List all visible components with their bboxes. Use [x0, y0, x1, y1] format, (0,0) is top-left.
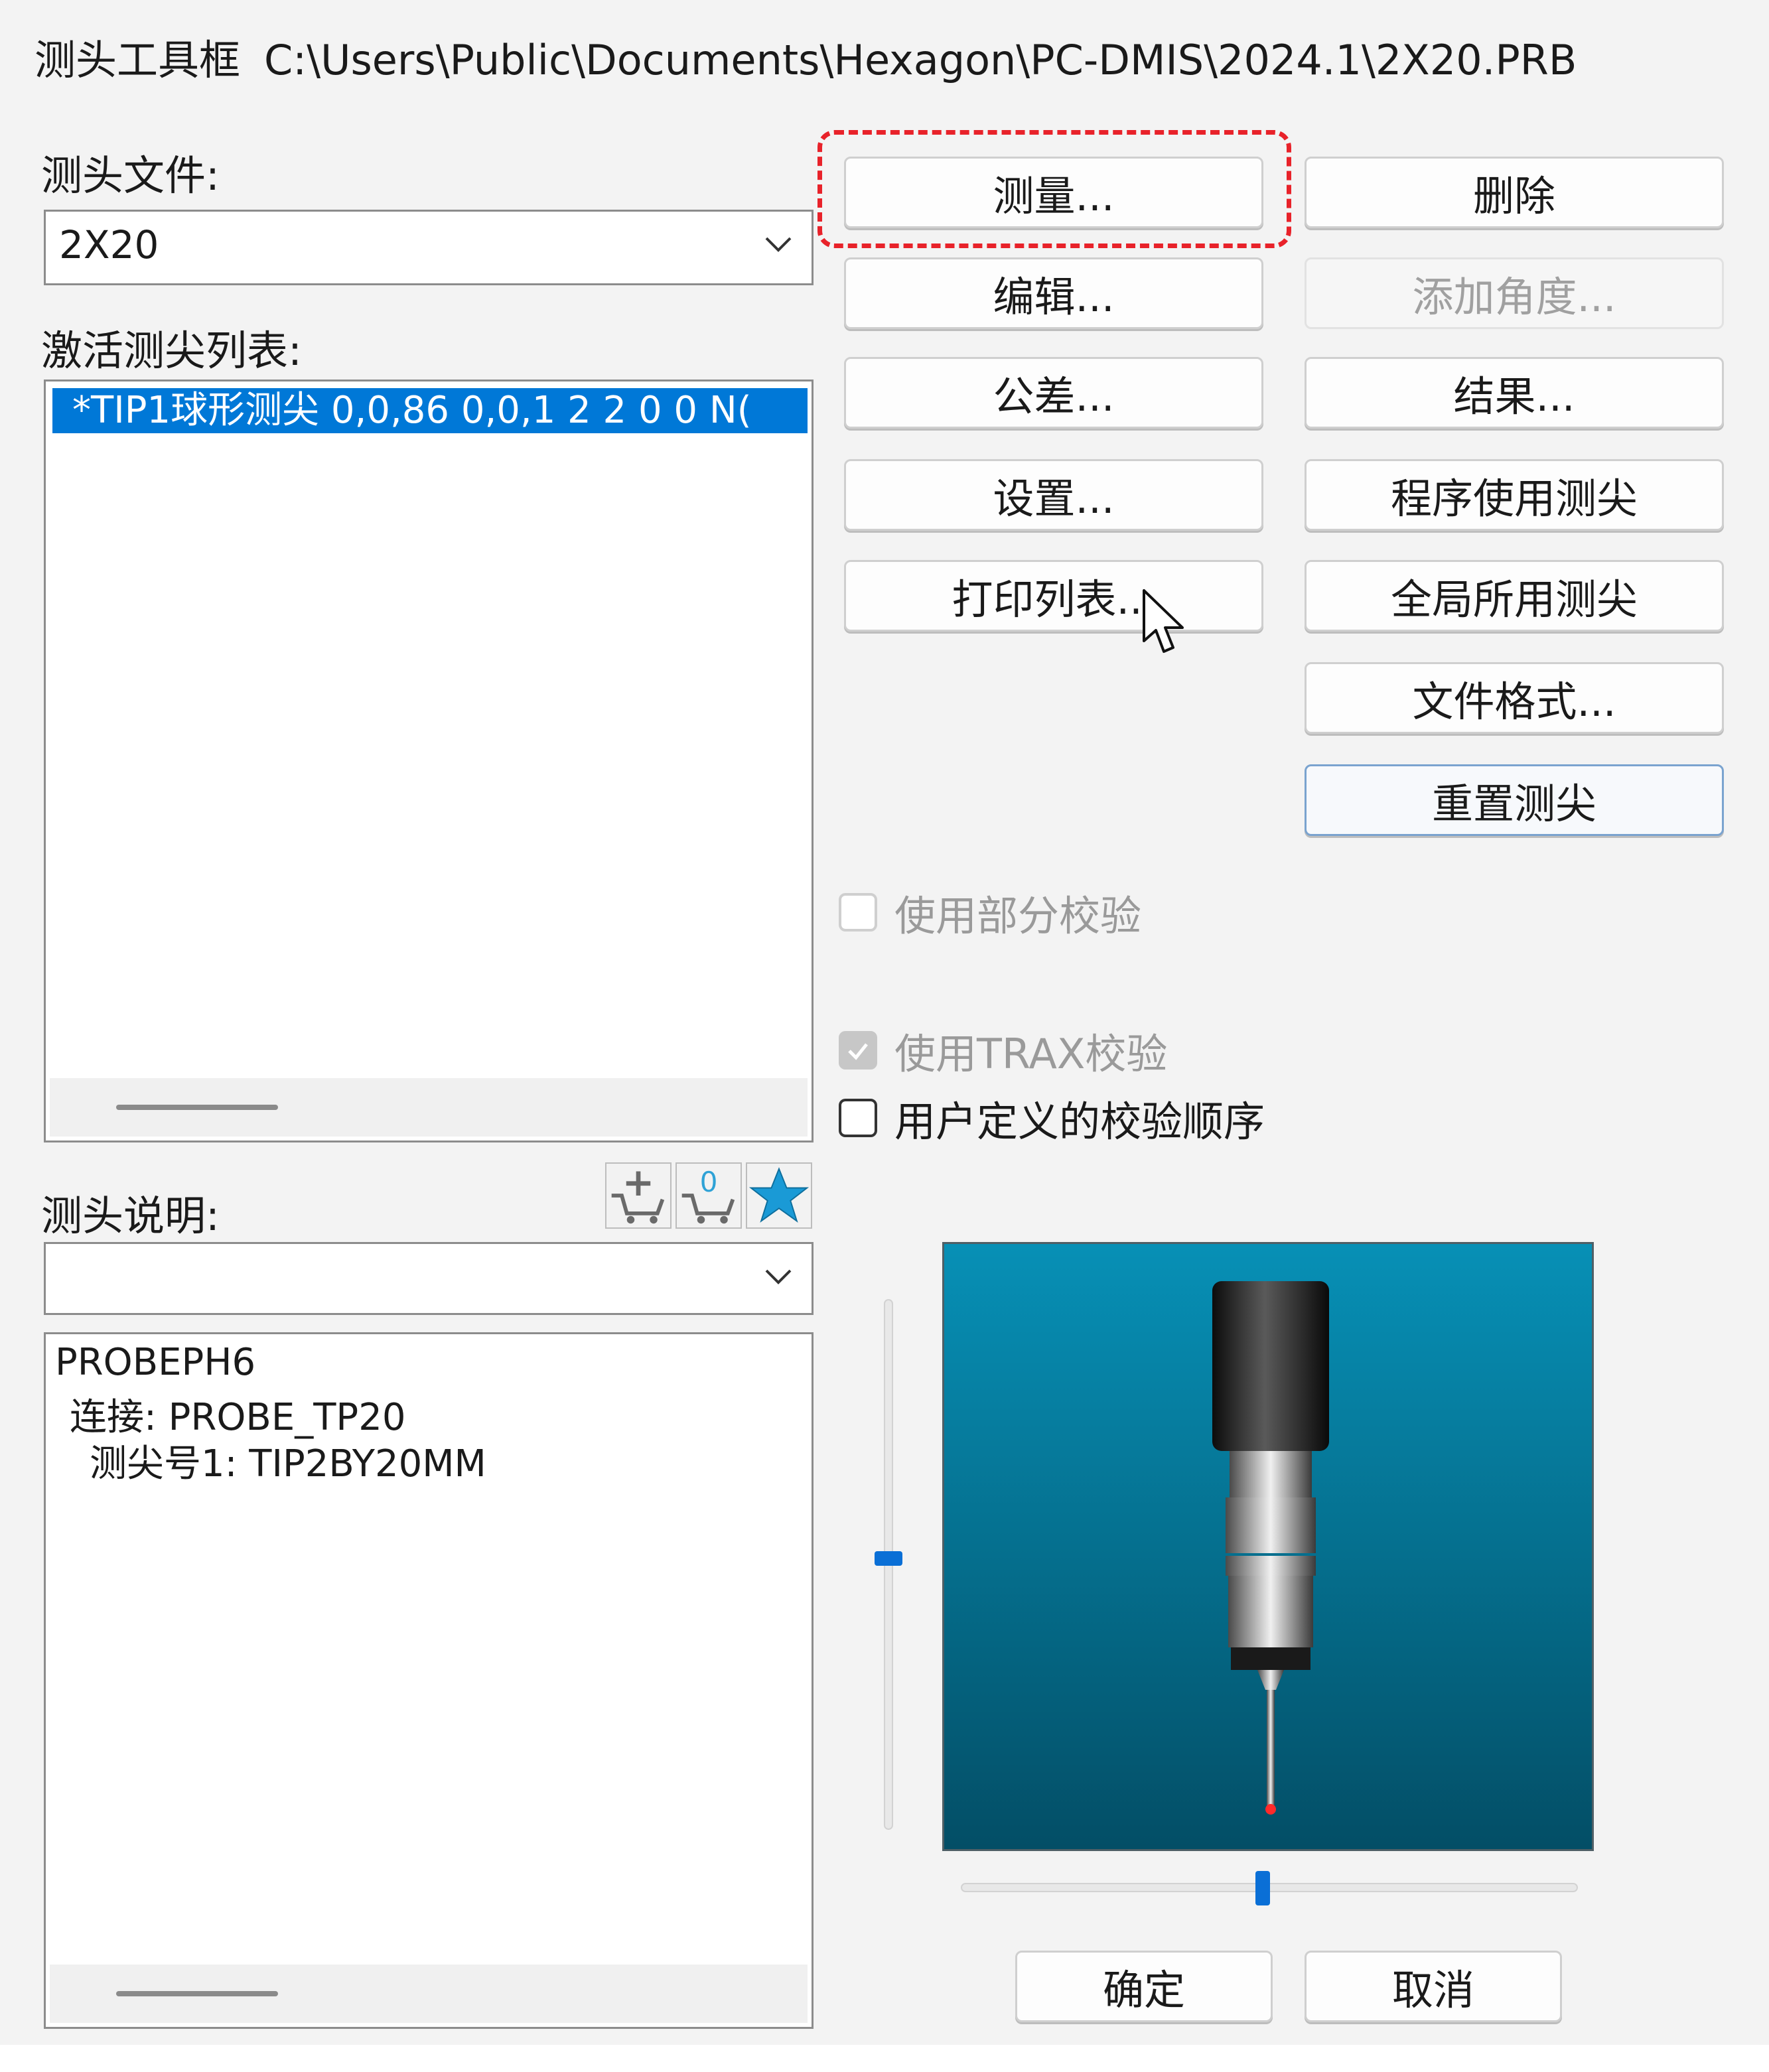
horizontal-scrollbar[interactable]: [50, 1078, 808, 1137]
file-format-button[interactable]: 文件格式...: [1305, 662, 1724, 734]
checkbox-box[interactable]: [839, 893, 877, 932]
tree-item-connection[interactable]: 连接: PROBE_TP20: [70, 1387, 405, 1441]
horizontal-scrollbar[interactable]: [50, 1965, 808, 2023]
scrollbar-thumb[interactable]: [116, 1991, 278, 1996]
probe-desc-tree[interactable]: PROBEPH6 连接: PROBE_TP20 测尖号1: TIP2BY20MM: [44, 1332, 814, 2029]
cancel-button[interactable]: 取消: [1305, 1951, 1562, 2022]
setup-button[interactable]: 设置...: [844, 459, 1263, 531]
probe-render: [1212, 1281, 1329, 1815]
tree-item-tip[interactable]: 测尖号1: TIP2BY20MM: [90, 1434, 486, 1487]
add-component-icon: [611, 1171, 665, 1224]
chevron-down-icon: [765, 1269, 792, 1284]
tolerance-button[interactable]: 公差...: [844, 357, 1263, 429]
add-angle-button[interactable]: 添加角度...: [1305, 257, 1724, 329]
list-item-selected[interactable]: *TIP1球形测尖 0,0,86 0,0,1 2 2 0 0 N(: [52, 388, 808, 433]
probe-utilities-dialog: 测头工具框 C:\Users\Public\Documents\Hexagon\P…: [0, 0, 1769, 2072]
probe-file-combo[interactable]: 2X20: [44, 210, 814, 285]
mouse-cursor-icon: [1143, 589, 1184, 653]
favorite-button[interactable]: [746, 1162, 812, 1229]
svg-text:0: 0: [700, 1166, 718, 1198]
checkbox-box[interactable]: [839, 1099, 877, 1137]
title-bar: 测头工具框 C:\Users\Public\Documents\Hexagon\P…: [0, 0, 1769, 113]
delete-button[interactable]: 删除: [1305, 157, 1724, 228]
checkbox-label: 使用TRAX校验: [894, 1030, 1168, 1078]
zero-component-button[interactable]: 0: [675, 1162, 742, 1229]
chevron-down-icon: [765, 237, 792, 252]
global-tips-button[interactable]: 全局所用测尖: [1305, 560, 1724, 632]
checkmark-icon: [848, 1043, 868, 1060]
zero-component-icon: 0: [681, 1166, 735, 1224]
checkbox-box[interactable]: [839, 1031, 877, 1070]
title-text: 测头工具框: [35, 36, 241, 84]
add-component-button[interactable]: [605, 1162, 672, 1229]
star-icon: [748, 1167, 810, 1223]
partial-calibration-checkbox[interactable]: 使用部分校验: [839, 882, 1141, 942]
background-strip: [0, 2045, 1769, 2072]
scrollbar-thumb[interactable]: [116, 1105, 278, 1110]
checkbox-label: 使用部分校验: [894, 892, 1142, 940]
measure-button[interactable]: 测量...: [844, 157, 1263, 228]
user-defined-order-checkbox[interactable]: 用户定义的校验顺序: [839, 1088, 1265, 1148]
program-tips-button[interactable]: 程序使用测尖: [1305, 459, 1724, 531]
title-path: C:\Users\Public\Documents\Hexagon\PC-DMI…: [264, 36, 1577, 84]
ok-button[interactable]: 确定: [1015, 1951, 1273, 2022]
probe-desc-label: 测头说明:: [41, 1192, 220, 1240]
active-tips-label: 激活测尖列表:: [41, 326, 302, 375]
probe-file-label: 测头文件:: [41, 151, 220, 200]
print-list-button[interactable]: 打印列表...: [844, 560, 1263, 632]
reset-tips-button[interactable]: 重置测尖: [1305, 764, 1724, 836]
tree-item-probe[interactable]: PROBEPH6: [55, 1341, 255, 1384]
results-button[interactable]: 结果...: [1305, 357, 1724, 429]
horizontal-slider-thumb[interactable]: [1255, 1871, 1270, 1905]
edit-button[interactable]: 编辑...: [844, 257, 1263, 329]
checkbox-label: 用户定义的校验顺序: [894, 1097, 1265, 1146]
vertical-slider-thumb[interactable]: [875, 1551, 902, 1566]
probe-desc-combo[interactable]: [44, 1242, 814, 1315]
trax-calibration-checkbox[interactable]: 使用TRAX校验: [839, 1020, 1167, 1080]
probe-file-value: 2X20: [59, 222, 159, 267]
probe-preview[interactable]: [942, 1242, 1594, 1851]
active-tips-list[interactable]: *TIP1球形测尖 0,0,86 0,0,1 2 2 0 0 N(: [44, 380, 814, 1142]
window-title: 测头工具框 C:\Users\Public\Documents\Hexagon\P…: [35, 27, 1577, 86]
